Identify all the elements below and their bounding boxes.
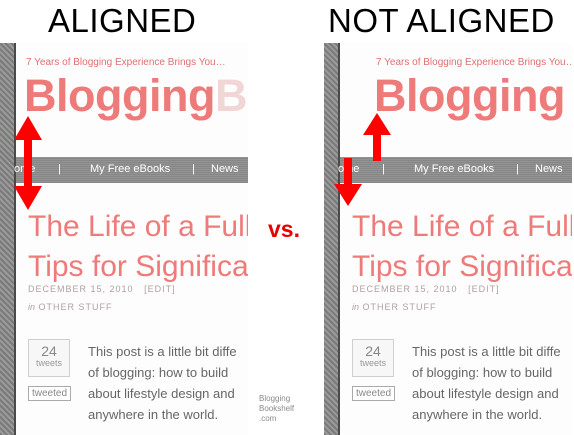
watermark-line: Blogging xyxy=(259,394,291,403)
watermark-line: Bookshelf xyxy=(259,404,295,413)
arrow-overlay xyxy=(14,113,391,210)
up-arrow-icon xyxy=(363,113,391,161)
down-arrow-icon xyxy=(334,158,362,206)
watermark-line: .com xyxy=(259,414,277,423)
site-watermark: Blogging Bookshelf .com xyxy=(259,394,294,424)
aligned-double-arrow-icon xyxy=(14,116,42,210)
